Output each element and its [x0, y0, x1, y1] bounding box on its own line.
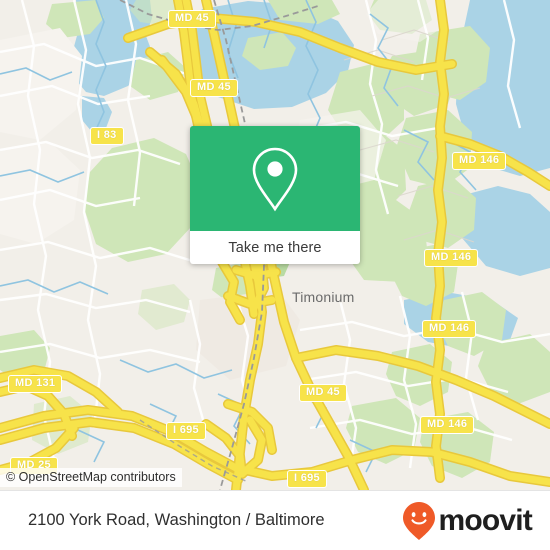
road-shield[interactable]: MD 146 — [452, 152, 507, 170]
road-shield[interactable]: MD 45 — [190, 79, 238, 97]
road-shield[interactable]: I 83 — [90, 127, 124, 145]
popup-footer[interactable]: Take me there — [190, 231, 360, 264]
road-shield[interactable]: I 695 — [287, 470, 327, 488]
road-shield[interactable]: MD 45 — [299, 384, 347, 402]
place-label-timonium: Timonium — [292, 289, 355, 305]
moovit-logo[interactable]: moovit — [402, 501, 533, 541]
road-shield[interactable]: MD 45 — [168, 10, 216, 28]
location-popup-card[interactable]: Take me there — [190, 126, 360, 264]
map-attribution[interactable]: © OpenStreetMap contributors — [0, 468, 182, 487]
address-label: 2100 York Road, Washington / Baltimore — [28, 511, 325, 529]
footer-bar: 2100 York Road, Washington / Baltimore m… — [0, 490, 550, 550]
road-shield[interactable]: I 695 — [166, 422, 206, 440]
road-shield[interactable]: MD 146 — [422, 320, 477, 338]
road-shield[interactable]: MD 146 — [420, 416, 475, 434]
road-shield[interactable]: MD 146 — [424, 249, 479, 267]
popup-header — [190, 126, 360, 231]
map-canvas[interactable]: Timonium MD 45 MD 45 I 83 MD 146 MD 146 … — [0, 0, 550, 490]
moovit-smiley-pin-icon — [403, 501, 436, 540]
moovit-wordmark: moovit — [438, 503, 532, 537]
map-pin-icon — [252, 147, 298, 211]
road-shield[interactable]: MD 131 — [8, 375, 63, 393]
map-screenshot: Timonium MD 45 MD 45 I 83 MD 146 MD 146 … — [0, 0, 550, 550]
take-me-there-label: Take me there — [228, 239, 322, 256]
